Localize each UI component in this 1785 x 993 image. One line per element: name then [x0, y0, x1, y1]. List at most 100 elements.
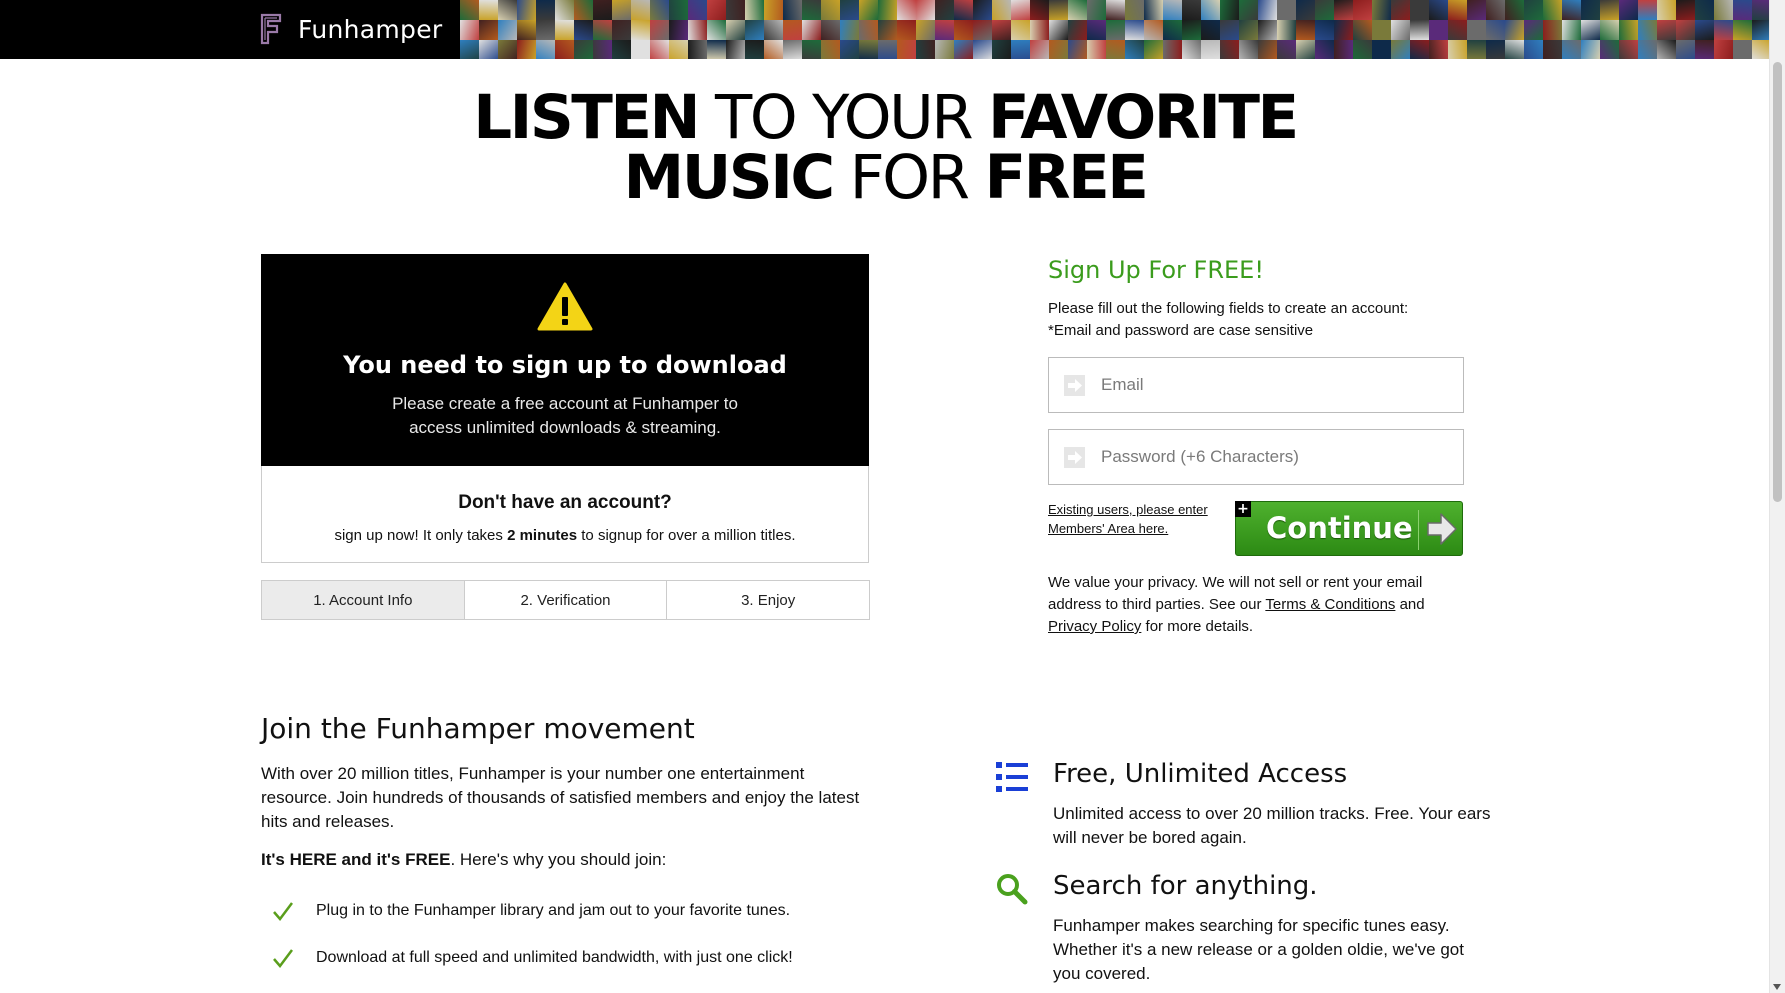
- album-art-tile: [1505, 0, 1524, 20]
- logo[interactable]: Funhamper: [260, 11, 442, 47]
- album-art-tile: [574, 20, 593, 40]
- album-art-tile: [1486, 20, 1505, 40]
- members-area-link-line-2[interactable]: Members' Area here.: [1048, 519, 1208, 538]
- album-art-tile: [840, 0, 859, 20]
- scrollbar[interactable]: [1769, 0, 1785, 993]
- album-art-tile: [935, 20, 954, 40]
- feature-text: Unlimited access to over 20 million trac…: [1053, 804, 1491, 847]
- album-art-tile: [1657, 0, 1676, 20]
- album-art-tile: [479, 0, 498, 20]
- album-art-tile: [726, 20, 745, 40]
- scrollbar-thumb[interactable]: [1773, 62, 1782, 502]
- alert-title: You need to sign up to download: [343, 351, 787, 379]
- album-art-tile: [650, 40, 669, 59]
- top-bar: Funhamper: [0, 0, 1770, 59]
- alert-text: Please create a free account at Funhampe…: [392, 394, 738, 437]
- album-art-tile: [1391, 0, 1410, 20]
- step-account-info: 1. Account Info: [262, 581, 465, 619]
- feature-title: Search for anything.: [1053, 871, 1318, 901]
- album-art-tile: [555, 20, 574, 40]
- album-art-tile: [1296, 20, 1315, 40]
- signup-steps: 1. Account Info 2. Verification 3. Enjoy: [261, 580, 870, 620]
- button-divider: [1418, 510, 1419, 550]
- album-art-tile: [460, 40, 479, 59]
- funhamper-logo-icon: [260, 13, 282, 45]
- album-art-tile: [479, 20, 498, 40]
- album-art-tile: [954, 20, 973, 40]
- album-art-tile: [1695, 0, 1714, 20]
- album-art-tile: [1049, 0, 1068, 20]
- album-art-tile: [460, 0, 479, 20]
- privacy-text: for more details.: [1141, 618, 1254, 635]
- album-art-tile: [1334, 0, 1353, 20]
- album-art-tile: [1068, 0, 1087, 20]
- album-art-tile: [1562, 40, 1581, 59]
- headline-line-2: MUSIC FOR FREE: [0, 147, 1770, 208]
- album-art-tile: [954, 40, 973, 59]
- members-area-link-line-1[interactable]: Existing users, please enter: [1048, 500, 1208, 519]
- album-art-tile: [1581, 20, 1600, 40]
- scroll-down-arrow-icon[interactable]: [1773, 984, 1781, 990]
- headline-line-1: LISTEN TO YOUR FAVORITE: [0, 87, 1770, 148]
- album-art-tile: [897, 40, 916, 59]
- album-art-tile: [555, 40, 574, 59]
- album-art-tile: [1087, 40, 1106, 59]
- privacy-policy-link[interactable]: Privacy Policy: [1048, 618, 1141, 635]
- album-art-tile: [1296, 40, 1315, 59]
- album-art-tile: [1315, 40, 1334, 59]
- plus-icon: +: [1235, 501, 1251, 517]
- album-art-tile: [897, 0, 916, 20]
- album-art-tile: [726, 0, 745, 20]
- album-art-tile: [1277, 0, 1296, 20]
- album-art-tile: [1543, 20, 1562, 40]
- album-art-tile: [1220, 40, 1239, 59]
- continue-button[interactable]: + Continue: [1235, 501, 1463, 556]
- email-input[interactable]: [1101, 358, 1441, 412]
- search-icon: [997, 874, 1028, 905]
- account-text-bold: 2 minutes: [507, 527, 578, 544]
- members-area-link[interactable]: Existing users, please enter Members' Ar…: [1048, 500, 1208, 538]
- album-art-tile: [479, 40, 498, 59]
- account-text-part: to signup for over a million titles.: [577, 527, 796, 544]
- album-art-tile: [1239, 20, 1258, 40]
- album-art-tile: [1182, 20, 1201, 40]
- album-art-tile: [1011, 0, 1030, 20]
- email-field[interactable]: [1048, 357, 1464, 413]
- album-art-tile: [1068, 40, 1087, 59]
- terms-link[interactable]: Terms & Conditions: [1265, 596, 1395, 613]
- album-art-tile: [1429, 0, 1448, 20]
- album-art-tile: [1258, 0, 1277, 20]
- brand-name: Funhamper: [298, 14, 443, 44]
- album-art-tile: [593, 40, 612, 59]
- album-art-tile: [1315, 20, 1334, 40]
- album-art-tile: [536, 20, 555, 40]
- album-art-tile: [1201, 20, 1220, 40]
- signup-required-alert: You need to sign up to download Please c…: [261, 254, 869, 466]
- album-art-tile: [574, 0, 593, 20]
- album-art-tile: [1182, 0, 1201, 20]
- album-art-tile: [1296, 0, 1315, 20]
- album-art-tile: [1220, 0, 1239, 20]
- album-art-tile: [1524, 0, 1543, 20]
- album-art-tile: [1619, 40, 1638, 59]
- album-art-tile: [593, 20, 612, 40]
- album-art-tile: [1353, 0, 1372, 20]
- headline-word: MUSIC: [623, 142, 836, 213]
- album-art-mosaic: [460, 0, 1770, 59]
- album-art-tile: [1600, 20, 1619, 40]
- album-art-tile: [517, 20, 536, 40]
- album-art-tile: [1695, 40, 1714, 59]
- album-art-tile: [1106, 0, 1125, 20]
- signup-title: Sign Up For FREE!: [1048, 256, 1264, 284]
- album-art-tile: [897, 20, 916, 40]
- album-art-tile: [1258, 40, 1277, 59]
- album-art-tile: [707, 40, 726, 59]
- album-art-tile: [745, 40, 764, 59]
- password-input[interactable]: [1101, 430, 1441, 484]
- album-art-tile: [859, 20, 878, 40]
- why-join-text: . Here's why you should join:: [450, 850, 667, 869]
- password-field[interactable]: [1048, 429, 1464, 485]
- album-art-tile: [1448, 40, 1467, 59]
- headline-word: FREE: [984, 142, 1148, 213]
- album-art-tile: [1714, 20, 1733, 40]
